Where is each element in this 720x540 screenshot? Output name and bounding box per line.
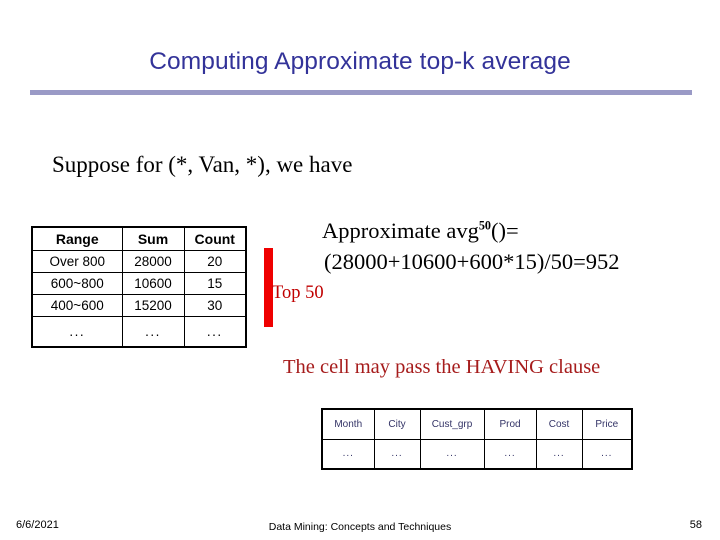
schema-cell: ...: [535, 438, 583, 470]
formula-line2: (28000+10600+600*15)/50=952: [324, 248, 620, 274]
range-table-container: Range Sum Count Over 800 28000 20 600~80…: [31, 226, 247, 348]
suppose-statement: Suppose for (*, Van, *), we have: [52, 152, 353, 177]
sum-cell: 15200: [121, 294, 185, 317]
schema-header-month: Month: [321, 408, 375, 440]
table-row: ... ... ...: [31, 316, 247, 347]
count-cell: 15: [183, 272, 247, 295]
footer-title: Data Mining: Concepts and Techniques: [268, 521, 452, 533]
count-cell: ...: [183, 316, 247, 347]
top50-label: Top 50: [272, 283, 324, 303]
table-row: Over 800 28000 20: [31, 250, 247, 273]
range-cell: 600~800: [31, 272, 123, 295]
range-cell: 400~600: [31, 294, 123, 317]
sum-cell: ...: [121, 316, 185, 347]
schema-header-city: City: [373, 408, 421, 440]
title-divider: [30, 90, 692, 95]
approximate-average-formula: Approximate avg50()= (28000+10600+600*15…: [322, 210, 620, 277]
range-header-range: Range: [31, 226, 123, 251]
sum-cell: 28000: [121, 250, 185, 273]
table-row: 600~800 10600 15: [31, 272, 247, 295]
range-header-sum: Sum: [121, 226, 185, 251]
schema-header-cost: Cost: [535, 408, 583, 440]
sum-cell: 10600: [121, 272, 185, 295]
range-table: Range Sum Count Over 800 28000 20 600~80…: [31, 226, 247, 348]
schema-cell: ...: [581, 438, 633, 470]
table-row: 400~600 15200 30: [31, 294, 247, 317]
table-header-row: Month City Cust_grp Prod Cost Price: [321, 408, 633, 440]
footer-page-number: 58: [689, 519, 702, 531]
schema-cell: ...: [483, 438, 537, 470]
table-row: ... ... ... ... ... ...: [321, 438, 633, 470]
formula-prefix: Approximate avg: [322, 217, 479, 243]
schema-cell: ...: [321, 438, 375, 470]
schema-header-price: Price: [581, 408, 633, 440]
formula-line1: Approximate avg50()=: [322, 218, 519, 243]
count-cell: 20: [183, 250, 247, 273]
count-cell: 30: [183, 294, 247, 317]
range-cell: Over 800: [31, 250, 123, 273]
range-cell: ...: [31, 316, 123, 347]
schema-cell: ...: [373, 438, 421, 470]
having-clause-note: The cell may pass the HAVING clause: [283, 356, 601, 378]
schema-header-prod: Prod: [483, 408, 537, 440]
schema-table: Month City Cust_grp Prod Cost Price ... …: [321, 408, 633, 470]
formula-superscript: 50: [478, 218, 491, 232]
schema-cell: ...: [419, 438, 485, 470]
slide-canvas: Computing Approximate top-k average Supp…: [0, 0, 720, 540]
range-header-count: Count: [183, 226, 247, 251]
page-title: Computing Approximate top-k average: [149, 48, 571, 75]
table-header-row: Range Sum Count: [31, 226, 247, 251]
formula-suffix: ()=: [490, 217, 519, 243]
schema-header-cust-grp: Cust_grp: [419, 408, 485, 440]
schema-table-container: Month City Cust_grp Prod Cost Price ... …: [321, 408, 633, 470]
